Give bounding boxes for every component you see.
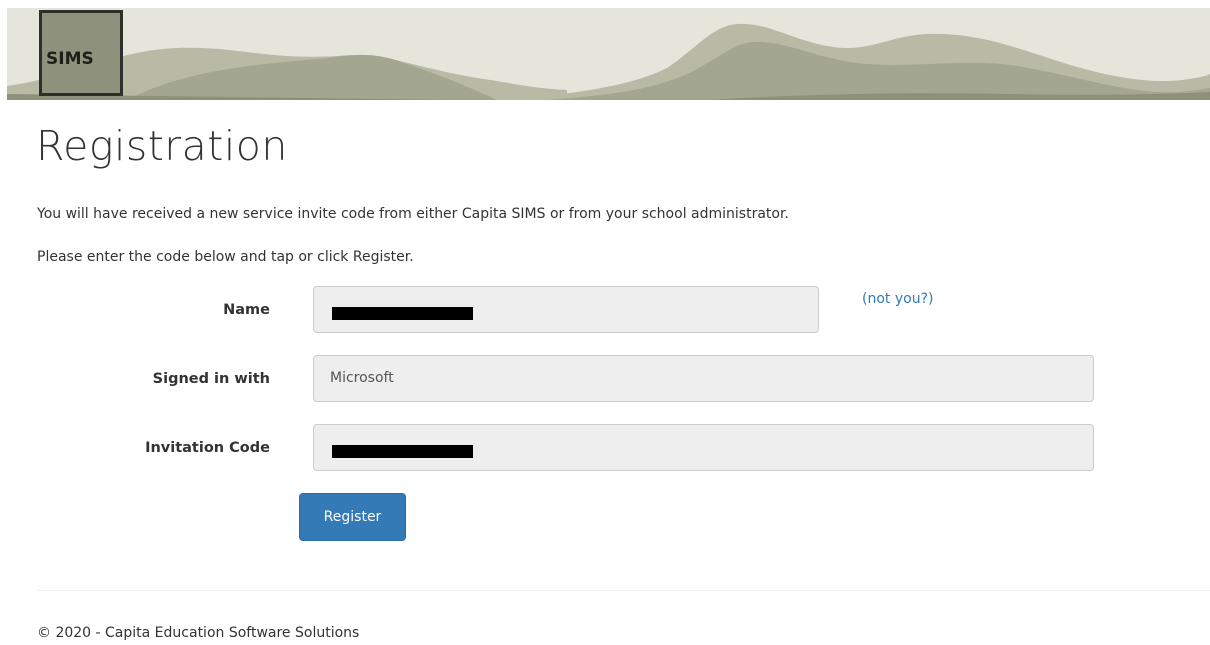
name-label: Name [223, 302, 270, 318]
signed-in-with-field[interactable]: Microsoft [313, 355, 1094, 402]
signed-in-with-label: Signed in with [152, 371, 270, 387]
page-title: Registration [36, 122, 288, 170]
invitation-code-label: Invitation Code [145, 440, 270, 456]
invitation-code-field[interactable] [313, 424, 1094, 471]
header-banner [7, 8, 1210, 100]
footer-divider [37, 590, 1210, 591]
not-you-link[interactable]: (not you?) [862, 291, 933, 307]
redacted-name-value [332, 307, 473, 320]
name-field[interactable] [313, 286, 819, 333]
mountain-landscape-image [7, 8, 1210, 100]
redacted-invitation-code [332, 445, 473, 458]
intro-text-instructions: Please enter the code below and tap or c… [37, 249, 414, 265]
signed-in-with-value: Microsoft [330, 370, 394, 386]
copyright-text: © 2020 - Capita Education Software Solut… [37, 625, 360, 641]
intro-text-invite: You will have received a new service inv… [37, 206, 789, 222]
register-button[interactable]: Register [299, 493, 406, 541]
logo-text: SIMS [46, 49, 94, 69]
sims-logo: SIMS [39, 10, 123, 96]
